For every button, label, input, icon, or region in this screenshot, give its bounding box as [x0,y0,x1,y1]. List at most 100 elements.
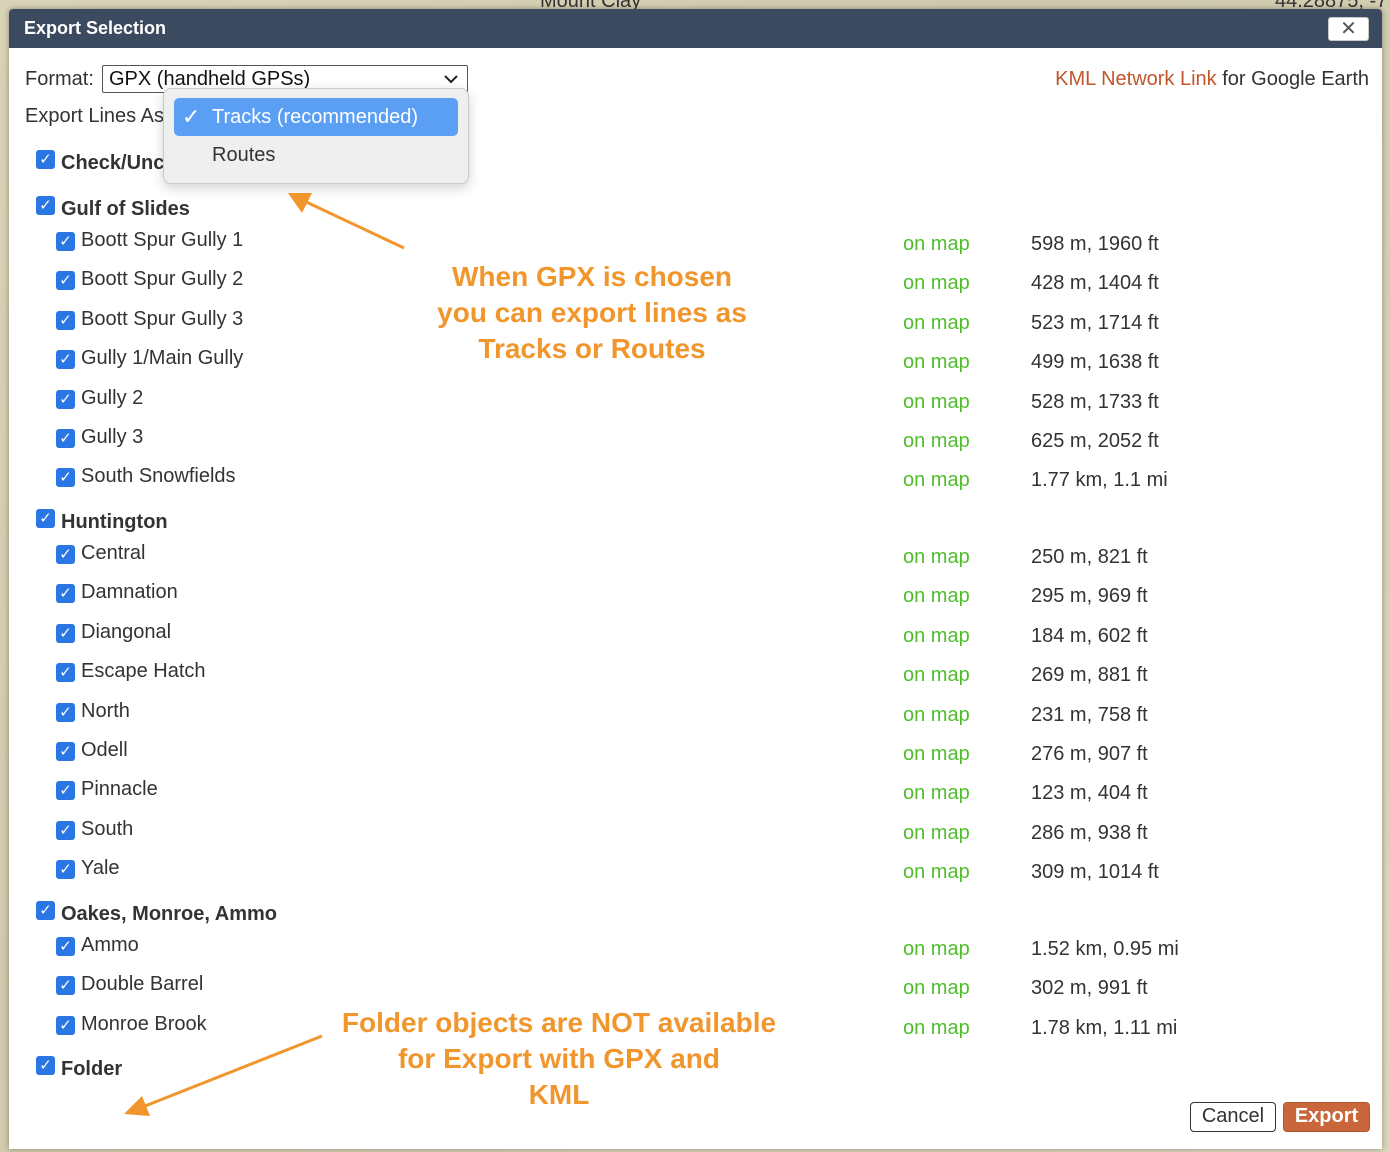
item-distance: 276 m, 907 ft [1031,743,1148,765]
item-label: Damnation [81,581,178,604]
item-distance: 286 m, 938 ft [1031,821,1148,844]
dialog-title: Export Selection [24,18,167,38]
on-map-link[interactable]: on map [903,312,970,335]
export-lines-dropdown: ✓ Tracks (recommended) Routes [163,88,469,184]
item-checkbox[interactable]: ✓ [56,310,75,330]
on-map-link[interactable]: on map [903,861,970,884]
format-value: GPX (handheld GPSs) [109,68,311,90]
group-checkbox[interactable]: ✓ [36,196,55,215]
annotation-line: Folder objects are NOT available [341,1007,777,1038]
item-distance: 428 m, 1404 ft [1031,272,1159,295]
item-distance: 625 m, 2052 ft [1031,430,1159,452]
item-distance: 1.78 km, 1.11 mi [1031,1016,1178,1039]
item-label: South [81,817,134,840]
kml-network-link-row: KML Network Link for Google Earth [1055,68,1369,91]
item-label: Boott Spur Gully 2 [81,268,244,291]
format-label: Format: [25,68,94,90]
item-checkbox[interactable]: ✓ [56,820,75,840]
group-label: Folder [61,1058,123,1080]
item-label: Double Barrel [81,973,204,996]
item-label: Monroe Brook [81,1012,207,1035]
dialog-titlebar: Export Selection ✕ [9,9,1382,48]
item-checkbox[interactable]: ✓ [56,468,75,488]
item-label: Diangonal [81,620,172,643]
item-distance: 250 m, 821 ft [1031,546,1148,568]
export-button[interactable]: Export [1283,1102,1370,1132]
close-button[interactable]: ✕ [1328,17,1369,41]
item-label: Boott Spur Gully 1 [81,229,244,251]
on-map-link[interactable]: on map [903,272,970,295]
on-map-link[interactable]: on map [903,625,970,648]
item-distance: 123 m, 404 ft [1031,782,1148,805]
item-distance: 523 m, 1714 ft [1031,311,1159,334]
dropdown-option-label: Routes [212,144,276,166]
item-distance: 528 m, 1733 ft [1031,390,1159,413]
on-map-link[interactable]: on map [903,743,970,766]
on-map-link[interactable]: on map [903,1017,970,1040]
item-checkbox[interactable]: ✓ [56,350,75,370]
on-map-link[interactable]: on map [903,469,970,492]
on-map-link[interactable]: on map [903,351,970,374]
on-map-link[interactable]: on map [903,233,970,256]
item-checkbox[interactable]: ✓ [56,976,75,996]
item-checkbox[interactable]: ✓ [56,1015,75,1035]
on-map-link[interactable]: on map [903,664,970,687]
item-checkbox[interactable]: ✓ [56,232,75,251]
kml-link-suffix: for Google Earth [1216,68,1369,90]
group-checkbox[interactable]: ✓ [36,1056,55,1075]
item-distance: 231 m, 758 ft [1031,703,1148,726]
annotation-folder-note: Folder objects are NOT available for Exp… [319,1005,799,1113]
item-checkbox[interactable]: ✓ [56,663,75,683]
group-label: Oakes, Monroe, Ammo [61,903,277,925]
on-map-link[interactable]: on map [903,430,970,453]
item-label: Ammo [81,934,139,956]
annotation-line: for Export with GPX and [397,1043,720,1074]
check-all-checkbox[interactable]: ✓ [36,150,55,169]
item-label: Central [81,542,146,564]
item-checkbox[interactable]: ✓ [56,429,75,448]
cancel-button[interactable]: Cancel [1190,1102,1276,1132]
item-label: North [81,699,130,722]
kml-network-link[interactable]: KML Network Link [1055,68,1217,90]
item-label: Gully 2 [81,386,144,409]
item-distance: 184 m, 602 ft [1031,624,1148,647]
item-label: South Snowfields [81,465,236,488]
item-checkbox[interactable]: ✓ [56,937,75,956]
item-label: Escape Hatch [81,660,206,683]
on-map-link[interactable]: on map [903,585,970,608]
item-label: Gully 1/Main Gully [81,347,244,370]
on-map-link[interactable]: on map [903,938,970,961]
item-checkbox[interactable]: ✓ [56,702,75,722]
export-selection-dialog: Export Selection ✕ Format: GPX (handheld… [9,9,1382,1149]
group-checkbox[interactable]: ✓ [36,509,55,528]
item-distance: 295 m, 969 ft [1031,585,1148,608]
item-checkbox[interactable]: ✓ [56,584,75,604]
on-map-link[interactable]: on map [903,782,970,805]
dropdown-option-tracks[interactable]: ✓ Tracks (recommended) [174,98,458,136]
item-checkbox[interactable]: ✓ [56,781,75,801]
group-label: Huntington [61,511,168,533]
on-map-link[interactable]: on map [903,704,970,727]
item-distance: 1.77 km, 1.1 mi [1031,469,1168,492]
on-map-link[interactable]: on map [903,977,970,1000]
annotation-line: Tracks or Routes [478,333,706,364]
item-checkbox[interactable]: ✓ [56,623,75,643]
item-checkbox[interactable]: ✓ [56,545,75,564]
dropdown-option-label: Tracks (recommended) [212,106,418,128]
item-checkbox[interactable]: ✓ [56,271,75,291]
item-distance: 1.52 km, 0.95 mi [1031,938,1179,960]
on-map-link[interactable]: on map [903,822,970,845]
item-checkbox[interactable]: ✓ [56,389,75,409]
on-map-link[interactable]: on map [903,391,970,414]
item-checkbox[interactable]: ✓ [56,860,75,880]
group-checkbox[interactable]: ✓ [36,901,55,920]
on-map-link[interactable]: on map [903,546,970,569]
item-label: Gully 3 [81,426,144,448]
item-label: Odell [81,739,128,761]
item-label: Boott Spur Gully 3 [81,307,244,330]
item-distance: 309 m, 1014 ft [1031,861,1159,884]
dropdown-option-routes[interactable]: Routes [174,136,458,174]
item-distance: 499 m, 1638 ft [1031,351,1159,374]
item-checkbox[interactable]: ✓ [56,742,75,761]
export-lines-label: Export Lines As [25,105,164,127]
